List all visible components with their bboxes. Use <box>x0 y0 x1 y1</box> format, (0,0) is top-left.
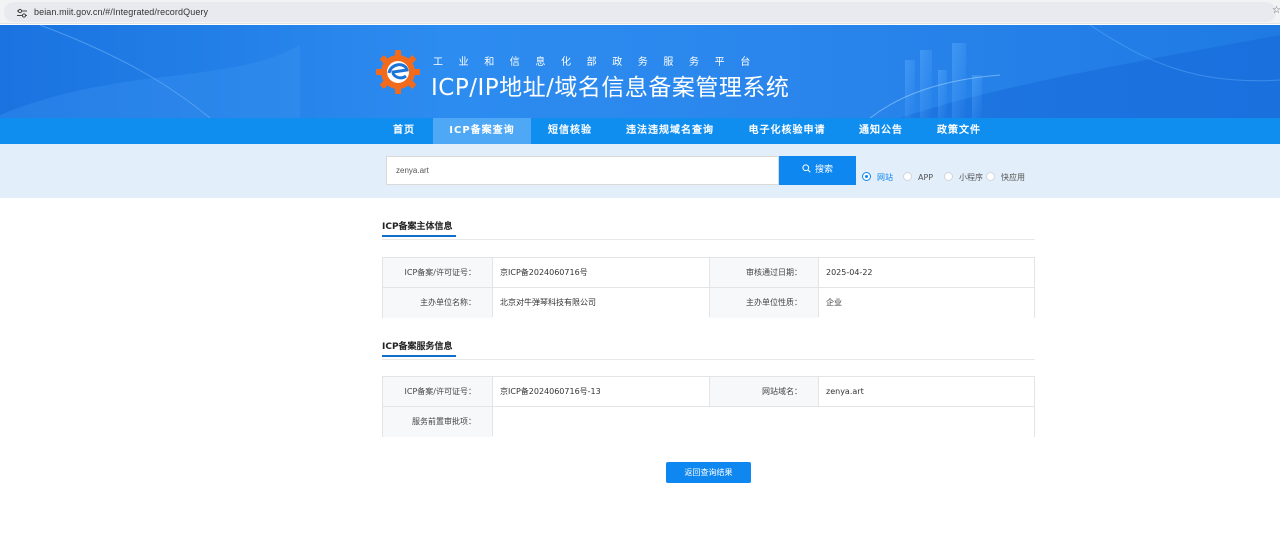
radio-dot <box>986 172 995 181</box>
entity-info-table: ICP备案/许可证号： 京ICP备2024060716号 审核通过日期： 202… <box>382 257 1035 318</box>
search-button-label: 搜索 <box>814 165 833 175</box>
search-icon <box>802 164 811 173</box>
search-input[interactable] <box>386 156 779 185</box>
banner-subtitle: 工业和信息化部政务服务平台 <box>433 57 766 68</box>
table-divider <box>709 377 710 407</box>
service-license-number: 京ICP备2024060716号-13 <box>492 377 709 407</box>
organizer-name: 北京对牛弹琴科技有限公司 <box>492 288 709 318</box>
icp-license-number: 京ICP备2024060716号 <box>492 258 709 288</box>
radio-label: APP <box>918 173 934 182</box>
nav-notices[interactable]: 通知公告 <box>850 118 912 144</box>
field-label: 主办单位名称： <box>383 288 492 318</box>
site-settings-icon[interactable] <box>16 7 28 19</box>
field-label: 主办单位性质： <box>709 288 818 318</box>
nav-e-verify-apply[interactable]: 电子化核验申请 <box>737 118 837 144</box>
radio-label: 网站 <box>877 173 893 182</box>
service-section-title: ICP备案服务信息 <box>382 342 453 352</box>
section-divider <box>382 359 1035 360</box>
pre-approval-items <box>492 407 1034 437</box>
search-button[interactable]: 搜索 <box>779 156 856 185</box>
address-field[interactable]: beian.miit.gov.cn/#/Integrated/recordQue… <box>4 2 1276 22</box>
main-nav: 首页 ICP备案查询 短信核验 违法违规域名查询 电子化核验申请 通知公告 政策… <box>0 118 1280 144</box>
organizer-type: 企业 <box>818 288 1034 318</box>
table-divider <box>818 258 819 317</box>
entity-section-title: ICP备案主体信息 <box>382 222 453 232</box>
header-banner: 工业和信息化部政务服务平台 ICP/IP地址/域名信息备案管理系统 <box>0 25 1280 118</box>
nav-icp-query[interactable]: ICP备案查询 <box>433 118 531 144</box>
field-label: 网站域名： <box>709 377 818 407</box>
bookmark-star-icon[interactable]: ☆ <box>1272 5 1280 17</box>
back-to-results-button[interactable]: 返回查询结果 <box>666 462 751 483</box>
approval-date: 2025-04-22 <box>818 258 1034 288</box>
address-url[interactable]: beian.miit.gov.cn/#/Integrated/recordQue… <box>34 7 208 17</box>
radio-label: 小程序 <box>959 173 983 182</box>
system-title: ICP/IP地址/域名信息备案管理系统 <box>431 75 790 101</box>
radio-dot <box>903 172 912 181</box>
field-label: ICP备案/许可证号： <box>383 258 492 288</box>
table-divider <box>709 258 710 317</box>
radio-dot <box>862 172 871 181</box>
table-divider <box>818 377 819 407</box>
radio-mini-program[interactable]: 小程序 <box>944 172 983 184</box>
miit-logo <box>376 50 420 94</box>
section-underline <box>382 355 456 357</box>
radio-label: 快应用 <box>1001 173 1025 182</box>
table-divider <box>492 258 493 317</box>
section-divider <box>382 239 1035 240</box>
field-label: 审核通过日期： <box>709 258 818 288</box>
service-info-table: ICP备案/许可证号： 京ICP备2024060716号-13 网站域名： ze… <box>382 376 1035 437</box>
website-domain: zenya.art <box>818 377 1034 407</box>
field-label: ICP备案/许可证号： <box>383 377 492 407</box>
nav-home[interactable]: 首页 <box>383 118 425 144</box>
nav-illegal-domain-query[interactable]: 违法违规域名查询 <box>616 118 724 144</box>
browser-address-bar: beian.miit.gov.cn/#/Integrated/recordQue… <box>0 0 1280 24</box>
radio-website[interactable]: 网站 <box>862 172 893 184</box>
field-label: 服务前置审批项： <box>383 407 492 437</box>
nav-policy-docs[interactable]: 政策文件 <box>928 118 990 144</box>
table-divider <box>492 377 493 436</box>
radio-quick-app[interactable]: 快应用 <box>986 172 1025 184</box>
radio-dot <box>944 172 953 181</box>
radio-app[interactable]: APP <box>903 172 933 184</box>
search-area: 搜索 网站 APP 小程序 快应用 <box>0 144 1280 198</box>
nav-sms-verify[interactable]: 短信核验 <box>537 118 603 144</box>
section-underline <box>382 235 456 237</box>
